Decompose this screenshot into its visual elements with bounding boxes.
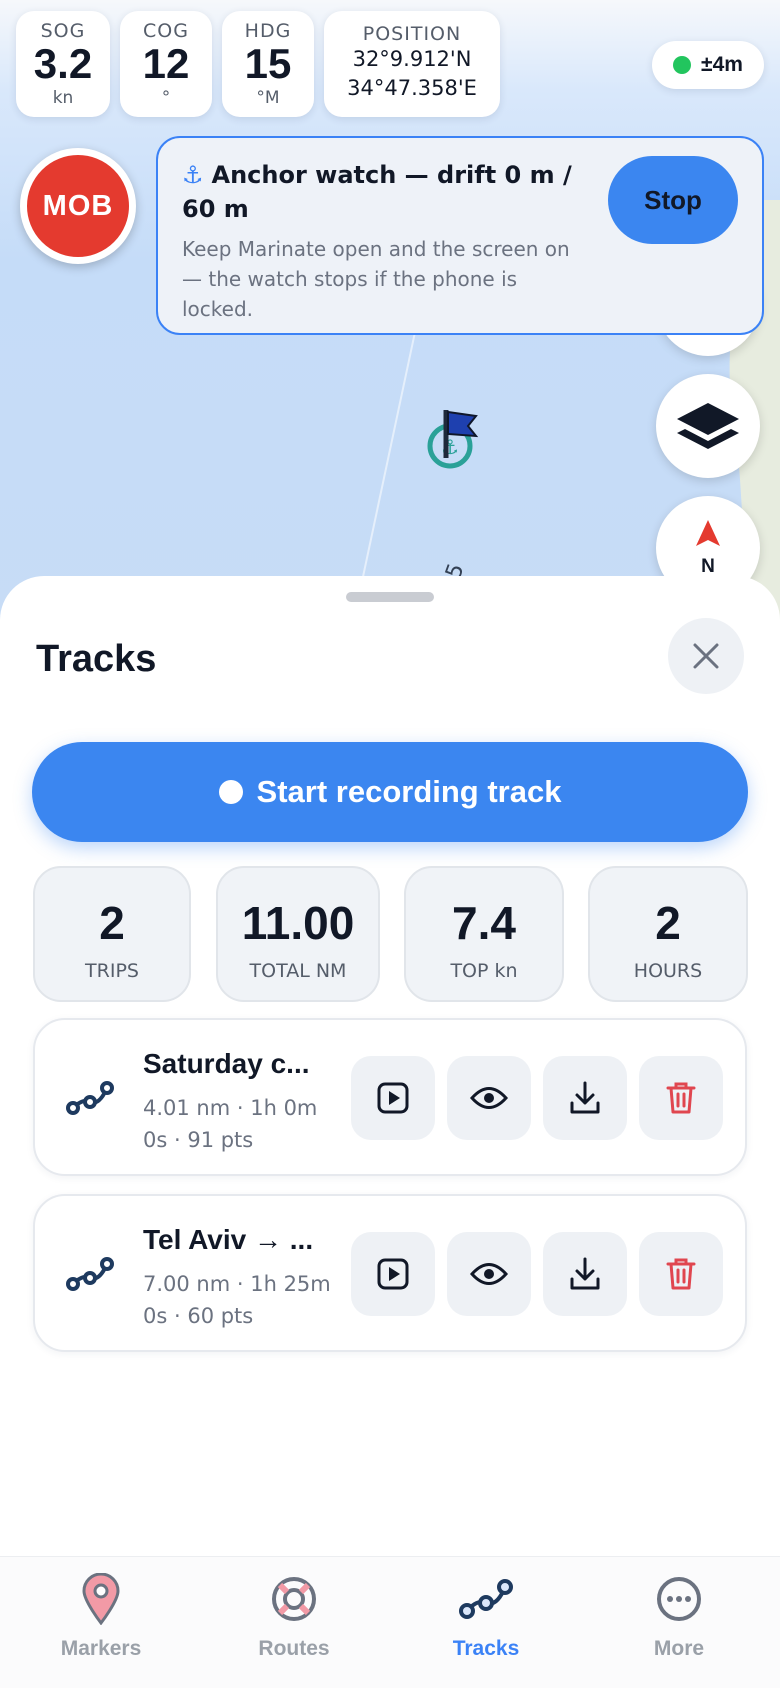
stat-label: TOP kn — [450, 960, 518, 982]
stat-value: 2 — [99, 897, 125, 949]
sog-card: SOG 3.2 kn — [16, 11, 110, 117]
track-points: 0s · 60 pts — [143, 1304, 254, 1328]
start-recording-label: Start recording track — [256, 774, 562, 809]
svg-text:N: N — [701, 556, 715, 577]
delete-track-button[interactable] — [639, 1056, 723, 1140]
gps-status-dot — [673, 56, 692, 74]
nav-more[interactable]: More — [604, 1569, 754, 1661]
track-name: Tel Aviv → ... — [143, 1224, 314, 1255]
position-lon: 34°47.358'E — [347, 76, 477, 100]
track-points: 0s · 91 pts — [143, 1128, 254, 1152]
bottom-nav: Markers Routes Tracks More — [0, 1556, 780, 1688]
stat-value: 2 — [655, 897, 681, 949]
position-label: POSITION — [362, 23, 462, 45]
sog-label: SOG — [40, 20, 86, 42]
nav-routes[interactable]: Routes — [219, 1569, 369, 1661]
anchor-watch-banner: ⚓ Anchor watch — drift 0 m / 60 m Keep Ma… — [156, 136, 764, 335]
stat-trips: 2 TRIPS — [33, 866, 191, 1002]
anchor-icon: ⚓ — [182, 161, 204, 189]
track-route-icon — [66, 1081, 114, 1115]
mob-label: MOB — [42, 189, 114, 222]
trash-icon — [666, 1258, 696, 1290]
nav-label: Tracks — [452, 1637, 520, 1660]
track-meta: 4.01 nm · 1h 0m 0s · 91 pts — [143, 1092, 333, 1156]
track-name: Saturday c... — [143, 1048, 310, 1079]
trash-icon — [666, 1082, 696, 1114]
track-distance-duration: 4.01 nm · 1h 0m — [143, 1096, 318, 1120]
track-card[interactable]: Saturday c... 4.01 nm · 1h 0m 0s · 91 pt… — [33, 1018, 747, 1176]
delete-track-button[interactable] — [639, 1232, 723, 1316]
play-icon — [377, 1082, 409, 1114]
anchor-watch-subtitle: Keep Marinate open and the screen on — t… — [182, 237, 570, 321]
stat-total-nm: 11.00 TOTAL NM — [216, 866, 380, 1002]
layers-button[interactable] — [656, 374, 760, 478]
stat-label: HOURS — [633, 960, 703, 982]
track-meta: 7.00 nm · 1h 25m 0s · 60 pts — [143, 1268, 333, 1332]
stat-label: TOTAL NM — [249, 960, 347, 982]
cog-label: COG — [143, 20, 189, 42]
cog-value: 12 — [142, 40, 190, 87]
track-card[interactable]: Tel Aviv → ... 7.00 nm · 1h 25m 0s · 60 … — [33, 1194, 747, 1352]
stat-hours: 2 HOURS — [588, 866, 748, 1002]
cog-unit: ° — [161, 88, 171, 108]
tracks-sheet: Tracks Start recording track 2 TRIPS 11.… — [0, 576, 780, 1556]
export-track-button[interactable] — [543, 1056, 627, 1140]
sog-unit: kn — [52, 88, 74, 108]
hdg-value: 15 — [244, 40, 292, 87]
record-dot-icon — [218, 780, 243, 804]
stop-label: Stop — [644, 184, 702, 215]
hdg-label: HDG — [244, 20, 292, 42]
play-icon — [377, 1258, 409, 1290]
sheet-title: Tracks — [36, 638, 157, 680]
position-card: POSITION 32°9.912'N 34°47.358'E — [324, 11, 500, 117]
gps-accuracy-text: ±4m — [701, 53, 743, 76]
view-track-button[interactable] — [447, 1056, 531, 1140]
stat-top-speed: 7.4 TOP kn — [404, 866, 564, 1002]
close-sheet-button[interactable] — [668, 618, 744, 694]
anchor-watch-title: ⚓ Anchor watch — drift 0 m / 60 m — [182, 158, 592, 226]
play-track-button[interactable] — [351, 1232, 435, 1316]
export-track-button[interactable] — [543, 1232, 627, 1316]
stop-anchor-watch-button[interactable]: Stop — [608, 156, 738, 244]
nav-label: More — [653, 1637, 705, 1660]
stat-label: TRIPS — [85, 960, 139, 982]
nav-tracks[interactable]: Tracks — [411, 1569, 561, 1661]
compass-north-icon: N — [696, 520, 720, 577]
nav-markers[interactable]: Markers — [26, 1569, 176, 1661]
play-track-button[interactable] — [351, 1056, 435, 1140]
nav-label: Routes — [258, 1637, 330, 1660]
anchor-watch-title-text: Anchor watch — drift 0 m / 60 m — [182, 161, 572, 223]
stat-value: 7.4 — [452, 897, 516, 949]
sheet-drag-handle[interactable] — [346, 592, 434, 602]
download-icon — [570, 1257, 600, 1290]
download-icon — [570, 1081, 600, 1114]
track-distance-duration: 7.00 nm · 1h 25m — [143, 1272, 331, 1296]
more-icon — [657, 1577, 701, 1621]
track-route-icon — [66, 1257, 114, 1291]
eye-icon — [470, 1263, 508, 1285]
mob-button[interactable]: MOB — [20, 148, 136, 264]
eye-icon — [470, 1087, 508, 1109]
anchor-flag-marker[interactable]: ⚓ — [424, 408, 482, 474]
lifebuoy-icon — [272, 1577, 316, 1621]
track-icon — [459, 1579, 513, 1619]
position-lat: 32°9.912'N — [352, 47, 472, 71]
cog-card: COG 12 ° — [120, 11, 212, 117]
hdg-card: HDG 15 °M — [222, 11, 314, 117]
start-recording-button[interactable]: Start recording track — [32, 742, 748, 842]
view-track-button[interactable] — [447, 1232, 531, 1316]
layers-icon — [677, 403, 739, 449]
close-icon — [693, 643, 719, 669]
gps-accuracy-badge: ±4m — [652, 41, 764, 89]
nav-label: Markers — [60, 1637, 142, 1660]
hdg-unit: °M — [256, 88, 280, 108]
pin-icon — [82, 1573, 120, 1625]
stat-value: 11.00 — [241, 897, 355, 949]
sog-value: 3.2 — [33, 40, 93, 87]
